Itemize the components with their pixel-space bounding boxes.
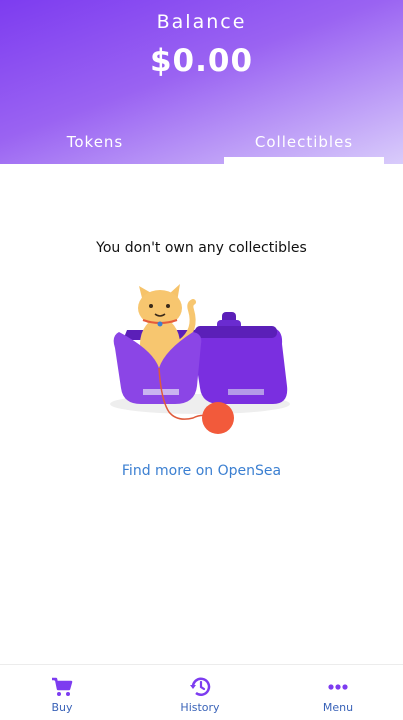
history-icon bbox=[190, 677, 211, 696]
balance-label: Balance bbox=[156, 11, 247, 33]
cart-icon bbox=[52, 677, 73, 696]
bottom-nav: Buy History Menu bbox=[0, 664, 403, 720]
find-more-opensea-link[interactable]: Find more on OpenSea bbox=[0, 463, 403, 479]
nav-history-label: History bbox=[180, 701, 220, 714]
balance-value: $0.00 bbox=[149, 43, 254, 79]
empty-collectibles-message: You don't own any collectibles bbox=[96, 240, 307, 256]
nav-history[interactable]: History bbox=[160, 665, 240, 720]
tab-tokens[interactable]: Tokens bbox=[0, 126, 190, 164]
nav-buy[interactable]: Buy bbox=[22, 665, 102, 720]
more-icon bbox=[328, 684, 348, 690]
active-tab-indicator bbox=[224, 157, 384, 164]
nav-buy-label: Buy bbox=[51, 701, 73, 714]
nav-menu[interactable]: Menu bbox=[298, 665, 378, 720]
balance-header: Balance $0.00 Tokens Collectibles bbox=[0, 0, 403, 164]
nav-menu-label: Menu bbox=[322, 701, 354, 714]
cat-purse-illustration bbox=[110, 284, 290, 434]
